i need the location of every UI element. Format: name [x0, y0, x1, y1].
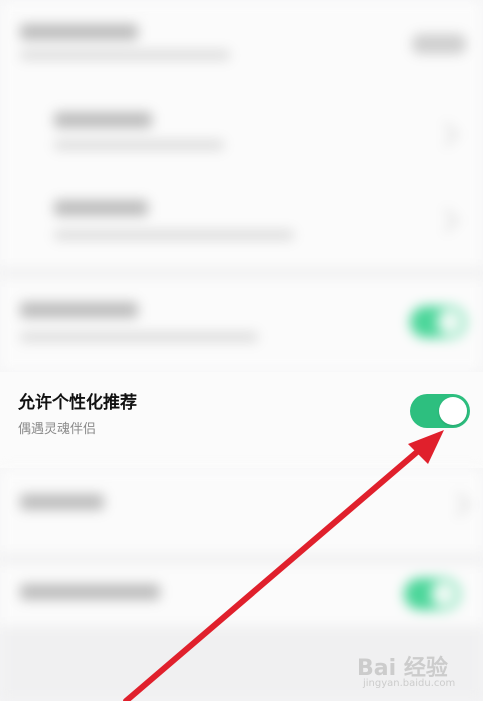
annotation-arrow: [123, 430, 444, 701]
baidu-jingyan-watermark: Bai 经验 jingyan.baidu.com: [357, 650, 457, 694]
settings-screen: 允许个性化推荐 偶遇灵魂伴侣 Bai 经验 jingyan.baidu.com: [0, 0, 483, 701]
watermark-url: jingyan.baidu.com: [363, 678, 456, 689]
